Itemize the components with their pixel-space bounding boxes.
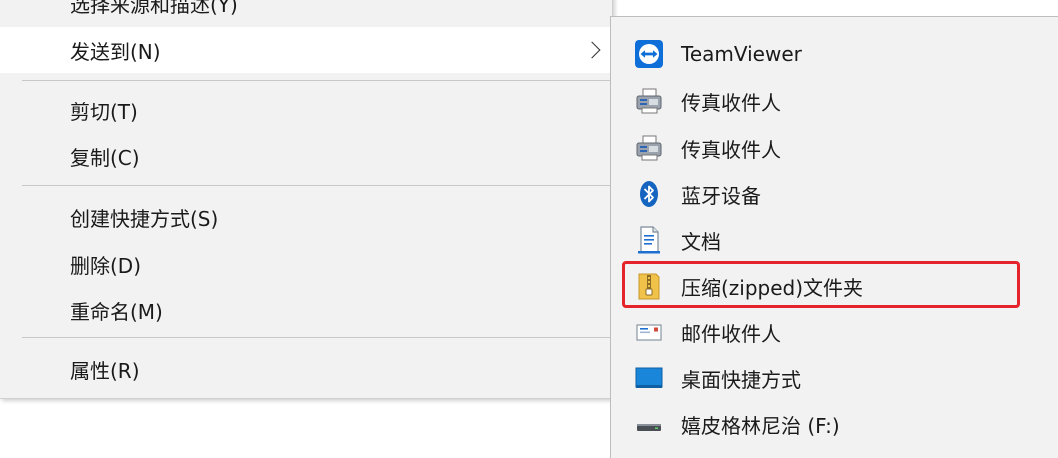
menu-item-label: 发送到(N) — [70, 39, 161, 64]
chevron-right-icon — [583, 41, 601, 59]
menu-separator — [22, 185, 612, 186]
submenu-item-label: 桌面快捷方式 — [681, 367, 801, 392]
menu-item-label: 删除(D) — [70, 253, 142, 278]
submenu-item-label: 邮件收件人 — [681, 321, 781, 346]
menu-item-cut[interactable]: 剪切(T) — [0, 87, 612, 133]
menu-item-properties[interactable]: 属性(R) — [0, 346, 612, 392]
submenu-item-drive-f[interactable]: 嬉皮格林尼治 (F:) — [611, 401, 1058, 447]
drive-icon — [633, 408, 665, 440]
send-to-submenu: TeamViewer 传真收件人 传真收件人 蓝牙设备 文档 压缩(zipped… — [610, 16, 1058, 458]
menu-item-label: 属性(R) — [70, 358, 140, 383]
menu-item-choose-source[interactable]: 选择来源和描述(Y) — [0, 0, 612, 26]
zip-folder-icon — [633, 270, 665, 302]
submenu-item-label: 传真收件人 — [681, 137, 781, 162]
fax-icon — [633, 85, 665, 117]
submenu-item-desktop-shortcut[interactable]: 桌面快捷方式 — [611, 355, 1058, 401]
menu-item-delete[interactable]: 删除(D) — [0, 241, 612, 287]
submenu-item-label: TeamViewer — [681, 42, 802, 66]
submenu-item-label: 传真收件人 — [681, 90, 781, 115]
submenu-item-label: 嬉皮格林尼治 (F:) — [681, 413, 840, 438]
menu-item-label: 剪切(T) — [70, 99, 138, 124]
submenu-item-bluetooth[interactable]: 蓝牙设备 — [611, 171, 1058, 217]
submenu-item-label: 文档 — [681, 229, 721, 254]
desktop-icon — [633, 362, 665, 394]
menu-item-copy[interactable]: 复制(C) — [0, 133, 612, 179]
submenu-item-documents[interactable]: 文档 — [611, 217, 1058, 263]
context-menu: 选择来源和描述(Y) 发送到(N) 剪切(T) 复制(C) 创建快捷方式(S) … — [0, 0, 613, 399]
submenu-item-mail-recipient[interactable]: 邮件收件人 — [611, 309, 1058, 355]
submenu-item-fax-recipient[interactable]: 传真收件人 — [611, 125, 1058, 171]
menu-item-create-shortcut[interactable]: 创建快捷方式(S) — [0, 194, 612, 240]
submenu-item-label: 压缩(zipped)文件夹 — [681, 275, 864, 300]
menu-item-label: 复制(C) — [70, 145, 140, 170]
menu-separator — [22, 337, 612, 338]
menu-item-label: 创建快捷方式(S) — [70, 206, 219, 231]
teamviewer-icon — [633, 38, 665, 70]
submenu-item-teamviewer[interactable]: TeamViewer — [611, 31, 1058, 77]
menu-separator — [22, 80, 612, 81]
menu-item-label: 重命名(M) — [70, 299, 163, 324]
menu-item-rename[interactable]: 重命名(M) — [0, 287, 612, 333]
mail-icon — [633, 316, 665, 348]
menu-item-send-to[interactable]: 发送到(N) — [0, 27, 612, 73]
documents-icon — [633, 224, 665, 256]
submenu-item-label: 蓝牙设备 — [681, 183, 761, 208]
fax-icon — [633, 132, 665, 164]
submenu-item-zipped-folder[interactable]: 压缩(zipped)文件夹 — [611, 263, 1058, 309]
screen: 选择来源和描述(Y) 发送到(N) 剪切(T) 复制(C) 创建快捷方式(S) … — [0, 0, 1058, 458]
submenu-item-fax-recipient[interactable]: 传真收件人 — [611, 78, 1058, 124]
menu-item-label: 选择来源和描述(Y) — [70, 0, 238, 17]
bluetooth-icon — [633, 178, 665, 210]
